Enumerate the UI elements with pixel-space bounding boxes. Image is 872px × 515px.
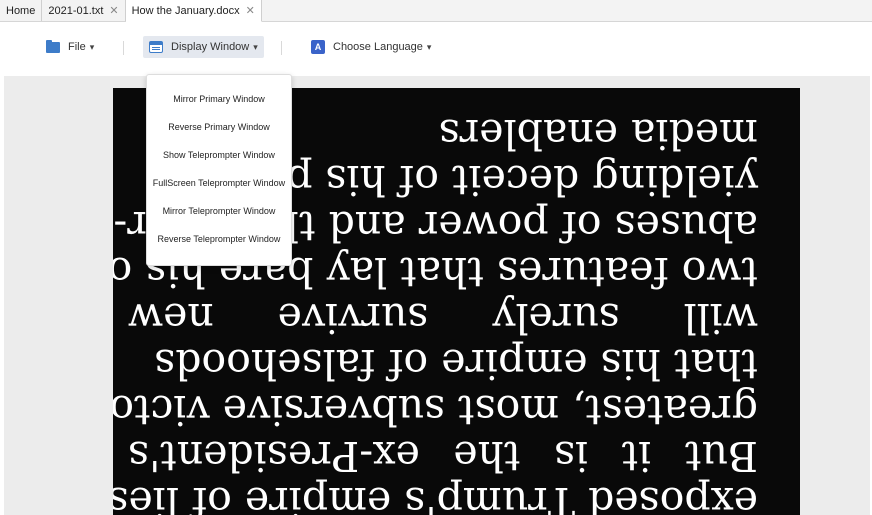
prompter-word: new (128, 294, 214, 342)
close-icon[interactable]: ✕ (109, 4, 118, 17)
toolbar: File ▾ Display Window ▾ A Choose Languag… (0, 22, 872, 76)
menu-item[interactable]: Mirror Primary Window (147, 89, 291, 109)
prompter-word: ex-President's (128, 432, 420, 480)
chevron-down-icon: ▾ (253, 41, 258, 52)
choose-language-label: Choose Language (333, 41, 423, 53)
file-menu-button[interactable]: File ▾ (40, 36, 100, 58)
prompter-word: media enablers (438, 110, 758, 158)
tab-label: How the January.docx (131, 4, 240, 17)
tab-label: Home (6, 4, 36, 17)
prompter-word: But (684, 432, 758, 480)
chevron-down-icon: ▾ (426, 41, 432, 52)
display-window-menu: Mirror Primary Window Reverse Primary Win… (146, 74, 292, 266)
display-window-label: Display Window (171, 41, 250, 53)
prompter-line: exposed Trump's empire of lies (113, 478, 758, 515)
display-window-button[interactable]: Display Window ▾ (143, 36, 264, 58)
toolbar-divider (123, 41, 124, 55)
window-icon (149, 41, 163, 53)
prompter-line: that his empire of falsehoods (128, 340, 758, 388)
menu-item[interactable]: FullScreen Teleprompter Window (147, 173, 291, 193)
tab-bar: Home 2021-01.txt ✕ How the January.docx … (0, 0, 872, 22)
prompter-word: that his empire of falsehoods (154, 340, 758, 388)
prompter-word: survive (277, 294, 429, 342)
prompter-word: surely (492, 294, 620, 342)
file-label: File (68, 41, 86, 53)
folder-icon (46, 39, 60, 53)
toolbar-divider (281, 41, 282, 55)
menu-item[interactable]: Reverse Teleprompter Window (147, 229, 291, 249)
tab-label: 2021-01.txt (48, 4, 104, 17)
tab-2021-01-txt[interactable]: 2021-01.txt ✕ (42, 0, 126, 21)
menu-item[interactable]: Mirror Teleprompter Window (147, 201, 291, 221)
choose-language-button[interactable]: A Choose Language ▾ (305, 36, 437, 58)
tab-how-the-january-docx[interactable]: How the January.docx ✕ (125, 0, 262, 22)
prompter-word: will (683, 294, 758, 342)
prompter-line: greatest, most subversive victory (113, 386, 758, 434)
prompter-word: is (554, 432, 589, 480)
language-icon: A (311, 40, 325, 54)
prompter-word: it (621, 432, 652, 480)
prompter-word: exposed Trump's empire of lies (113, 478, 758, 515)
prompter-line: But it is the ex-President's (128, 432, 758, 480)
menu-item[interactable]: Reverse Primary Window (147, 117, 291, 137)
tab-home[interactable]: Home (0, 0, 43, 21)
chevron-down-icon: ▾ (89, 41, 95, 52)
menu-item[interactable]: Show Teleprompter Window (147, 145, 291, 165)
prompter-word: greatest, most subversive victory (113, 386, 758, 434)
close-icon[interactable]: ✕ (246, 4, 255, 17)
prompter-word: the (453, 432, 521, 480)
prompter-line: will surely survive new (128, 294, 758, 342)
